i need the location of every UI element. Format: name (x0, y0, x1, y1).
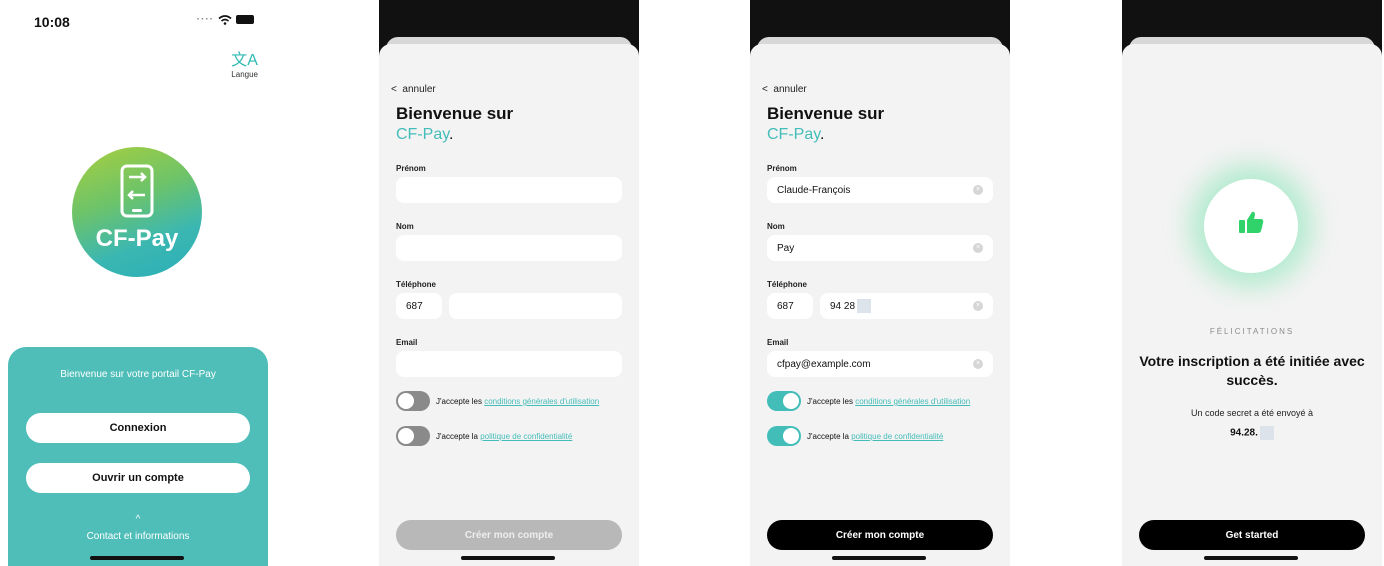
success-sheet: FÉLICITATIONS Votre inscription a été in… (1122, 44, 1382, 566)
secret-phone: 94.28. (1122, 426, 1382, 440)
clock: 10:08 (34, 14, 70, 30)
privacy-toggle[interactable] (767, 426, 801, 446)
privacy-toggle[interactable] (396, 426, 430, 446)
success-title: Votre inscription a été initiée avec suc… (1139, 353, 1365, 388)
cancel-button[interactable]: < annuler (391, 84, 436, 95)
home-indicator (90, 556, 184, 560)
first-name-label: Prénom (396, 164, 426, 173)
create-account-button[interactable]: Créer mon compte (767, 520, 993, 550)
email-input[interactable]: cfpay@example.com × (767, 351, 993, 377)
login-button[interactable]: Connexion (26, 413, 250, 443)
signal-icon: ···· (196, 14, 214, 25)
phone-prefix-input[interactable]: 687 (396, 293, 442, 319)
email-label: Email (767, 338, 789, 347)
phone-label: Téléphone (767, 280, 808, 289)
phone-sync-icon (120, 164, 154, 218)
form-sheet: < annuler Bienvenue sur CF-Pay. Prénom C… (750, 44, 1010, 566)
welcome-panel: Bienvenue sur votre portail CF-Pay Conne… (8, 347, 268, 566)
contact-info-link[interactable]: Contact et informations (8, 531, 268, 542)
first-name-label: Prénom (767, 164, 797, 173)
privacy-link[interactable]: politique de confidentialité (480, 432, 572, 441)
brand-title: CF-Pay. (767, 126, 825, 143)
redacted-block (1259, 426, 1274, 440)
splash-screen: 10:08 ···· 文A Langue CF-Pay Bienvenue su… (8, 0, 268, 566)
page-title: Bienvenue sur (396, 104, 514, 123)
clear-icon[interactable]: × (973, 185, 983, 195)
open-account-button[interactable]: Ouvrir un compte (26, 463, 250, 493)
translate-icon: 文A (231, 52, 258, 69)
last-name-input[interactable] (396, 235, 622, 261)
privacy-consent: J'accepte la politique de confidentialit… (436, 432, 573, 441)
wifi-icon (218, 14, 232, 25)
chevron-left-icon: < (762, 84, 768, 95)
terms-link[interactable]: conditions générales d'utilisation (484, 397, 599, 406)
phone-input[interactable]: 94 28 × (820, 293, 993, 319)
cf-pay-logo: CF-Pay (72, 147, 202, 277)
thumbs-up-icon (1239, 211, 1264, 233)
phone-label: Téléphone (396, 280, 437, 289)
clear-icon[interactable]: × (973, 301, 983, 311)
last-name-label: Nom (767, 222, 785, 231)
signup-form-filled: < annuler Bienvenue sur CF-Pay. Prénom C… (750, 0, 1010, 566)
terms-toggle[interactable] (767, 391, 801, 411)
create-account-button[interactable]: Créer mon compte (396, 520, 622, 550)
brand-title: CF-Pay. (396, 126, 454, 143)
last-name-input[interactable]: Pay × (767, 235, 993, 261)
home-indicator (1204, 556, 1298, 560)
terms-link[interactable]: conditions générales d'utilisation (855, 397, 970, 406)
battery-icon (236, 15, 254, 24)
privacy-consent: J'accepte la politique de confidentialit… (807, 432, 944, 441)
cancel-button[interactable]: < annuler (762, 84, 807, 95)
congrats-eyebrow: FÉLICITATIONS (1209, 327, 1295, 336)
terms-consent: J'accepte les conditions générales d'uti… (807, 397, 971, 406)
get-started-button[interactable]: Get started (1139, 520, 1365, 550)
clear-icon[interactable]: × (973, 359, 983, 369)
logo-text: CF-Pay (95, 225, 179, 252)
phone-input[interactable] (449, 293, 622, 319)
clear-icon[interactable]: × (973, 243, 983, 253)
success-badge (1204, 179, 1298, 273)
first-name-input[interactable]: Claude-François × (767, 177, 993, 203)
chevron-up-icon[interactable]: ^ (8, 514, 268, 525)
form-sheet: < annuler Bienvenue sur CF-Pay. Prénom N… (379, 44, 639, 566)
email-input[interactable] (396, 351, 622, 377)
chevron-left-icon: < (391, 84, 397, 95)
secret-code-message: Un code secret a été envoyé à (1190, 408, 1314, 418)
email-label: Email (396, 338, 418, 347)
home-indicator (461, 556, 555, 560)
first-name-input[interactable] (396, 177, 622, 203)
redacted-block (857, 299, 872, 313)
phone-prefix-input[interactable]: 687 (767, 293, 813, 319)
welcome-text: Bienvenue sur votre portail CF-Pay (60, 369, 216, 380)
status-bar: 10:08 ···· (34, 14, 254, 34)
home-indicator (832, 556, 926, 560)
signup-success: FÉLICITATIONS Votre inscription a été in… (1122, 0, 1382, 566)
terms-consent: J'accepte les conditions générales d'uti… (436, 397, 600, 406)
language-button[interactable]: 文A Langue (231, 52, 258, 79)
last-name-label: Nom (396, 222, 414, 231)
page-title: Bienvenue sur (767, 104, 885, 123)
terms-toggle[interactable] (396, 391, 430, 411)
privacy-link[interactable]: politique de confidentialité (851, 432, 943, 441)
signup-form-empty: < annuler Bienvenue sur CF-Pay. Prénom N… (379, 0, 639, 566)
